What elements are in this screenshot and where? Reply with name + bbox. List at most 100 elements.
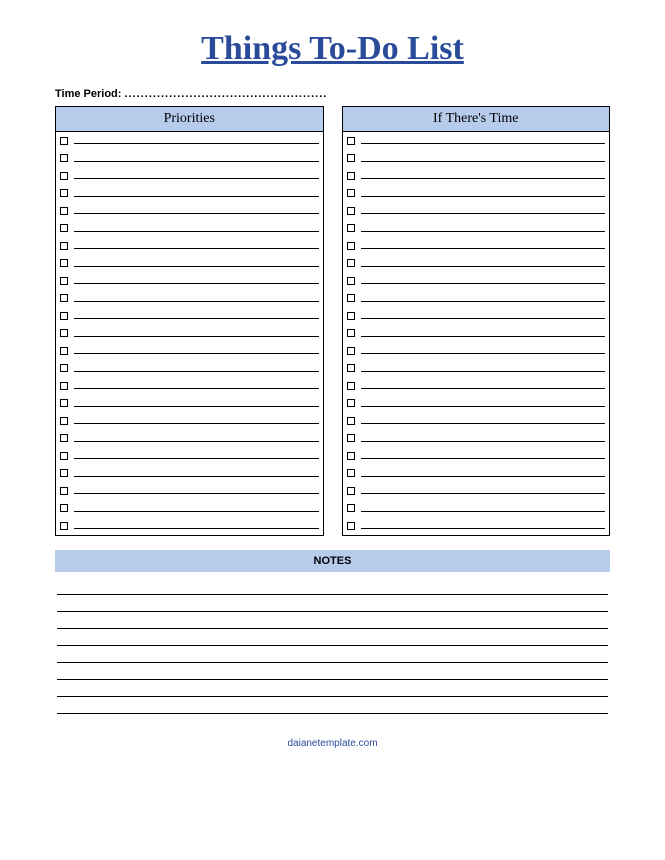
list-item[interactable] (343, 395, 610, 413)
list-item[interactable] (343, 517, 610, 535)
item-line[interactable] (74, 301, 319, 302)
list-item[interactable] (343, 290, 610, 308)
checkbox-icon[interactable] (60, 469, 68, 477)
item-line[interactable] (361, 458, 606, 459)
checkbox-icon[interactable] (347, 277, 355, 285)
list-item[interactable] (56, 290, 323, 308)
list-item[interactable] (56, 517, 323, 535)
list-item[interactable] (56, 430, 323, 448)
checkbox-icon[interactable] (347, 154, 355, 162)
checkbox-icon[interactable] (60, 382, 68, 390)
list-item[interactable] (56, 185, 323, 203)
checkbox-icon[interactable] (347, 207, 355, 215)
item-line[interactable] (361, 213, 606, 214)
list-item[interactable] (56, 360, 323, 378)
item-line[interactable] (74, 493, 319, 494)
checkbox-icon[interactable] (60, 434, 68, 442)
checkbox-icon[interactable] (60, 399, 68, 407)
checkbox-icon[interactable] (60, 417, 68, 425)
list-item[interactable] (343, 220, 610, 238)
list-item[interactable] (343, 430, 610, 448)
note-line[interactable] (57, 629, 608, 646)
list-item[interactable] (343, 360, 610, 378)
item-line[interactable] (361, 441, 606, 442)
list-item[interactable] (56, 465, 323, 483)
item-line[interactable] (361, 388, 606, 389)
list-item[interactable] (343, 377, 610, 395)
list-item[interactable] (56, 342, 323, 360)
item-line[interactable] (361, 301, 606, 302)
item-line[interactable] (74, 476, 319, 477)
item-line[interactable] (74, 458, 319, 459)
checkbox-icon[interactable] (347, 137, 355, 145)
checkbox-icon[interactable] (60, 329, 68, 337)
item-line[interactable] (361, 231, 606, 232)
item-line[interactable] (74, 423, 319, 424)
item-line[interactable] (361, 406, 606, 407)
checkbox-icon[interactable] (347, 312, 355, 320)
list-item[interactable] (343, 342, 610, 360)
list-item[interactable] (56, 307, 323, 325)
list-item[interactable] (343, 412, 610, 430)
item-line[interactable] (74, 441, 319, 442)
checkbox-icon[interactable] (60, 504, 68, 512)
checkbox-icon[interactable] (347, 224, 355, 232)
list-item[interactable] (343, 185, 610, 203)
checkbox-icon[interactable] (347, 434, 355, 442)
list-item[interactable] (56, 325, 323, 343)
checkbox-icon[interactable] (347, 399, 355, 407)
list-item[interactable] (343, 272, 610, 290)
list-item[interactable] (56, 272, 323, 290)
checkbox-icon[interactable] (60, 522, 68, 530)
checkbox-icon[interactable] (347, 172, 355, 180)
checkbox-icon[interactable] (60, 189, 68, 197)
list-item[interactable] (343, 202, 610, 220)
item-line[interactable] (361, 318, 606, 319)
notes-lines[interactable] (55, 578, 610, 714)
checkbox-icon[interactable] (60, 312, 68, 320)
list-item[interactable] (56, 167, 323, 185)
time-period-field[interactable]: Time Period: ...........................… (55, 88, 610, 100)
note-line[interactable] (57, 595, 608, 612)
checkbox-icon[interactable] (60, 137, 68, 145)
item-line[interactable] (361, 196, 606, 197)
item-line[interactable] (361, 423, 606, 424)
checkbox-icon[interactable] (60, 172, 68, 180)
checkbox-icon[interactable] (60, 277, 68, 285)
item-line[interactable] (74, 248, 319, 249)
list-item[interactable] (56, 500, 323, 518)
checkbox-icon[interactable] (60, 207, 68, 215)
list-item[interactable] (56, 377, 323, 395)
list-item[interactable] (56, 237, 323, 255)
checkbox-icon[interactable] (60, 242, 68, 250)
item-line[interactable] (361, 266, 606, 267)
item-line[interactable] (74, 231, 319, 232)
item-line[interactable] (74, 336, 319, 337)
list-item[interactable] (56, 132, 323, 150)
item-line[interactable] (361, 336, 606, 337)
item-line[interactable] (361, 248, 606, 249)
checkbox-icon[interactable] (347, 469, 355, 477)
note-line[interactable] (57, 646, 608, 663)
checkbox-icon[interactable] (347, 242, 355, 250)
item-line[interactable] (74, 388, 319, 389)
checkbox-icon[interactable] (347, 364, 355, 372)
list-item[interactable] (56, 202, 323, 220)
item-line[interactable] (361, 178, 606, 179)
checkbox-icon[interactable] (347, 259, 355, 267)
list-item[interactable] (56, 482, 323, 500)
note-line[interactable] (57, 697, 608, 714)
item-line[interactable] (361, 353, 606, 354)
checkbox-icon[interactable] (347, 522, 355, 530)
list-item[interactable] (343, 167, 610, 185)
item-line[interactable] (74, 528, 319, 529)
note-line[interactable] (57, 578, 608, 595)
checkbox-icon[interactable] (347, 382, 355, 390)
list-item[interactable] (343, 325, 610, 343)
item-line[interactable] (74, 511, 319, 512)
item-line[interactable] (74, 161, 319, 162)
item-line[interactable] (361, 511, 606, 512)
checkbox-icon[interactable] (347, 487, 355, 495)
item-line[interactable] (361, 283, 606, 284)
checkbox-icon[interactable] (60, 347, 68, 355)
